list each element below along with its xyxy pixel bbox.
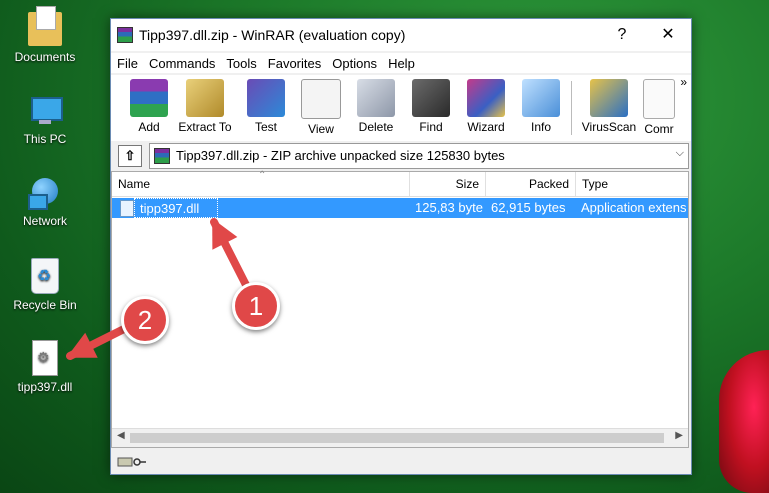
dll-file-icon bbox=[120, 200, 134, 217]
desktop-icon-network[interactable]: Network bbox=[0, 176, 90, 228]
scrollbar-thumb[interactable] bbox=[130, 433, 664, 443]
virusscan-button[interactable]: VirusScan bbox=[579, 79, 639, 134]
view-icon bbox=[301, 79, 341, 119]
column-header-packed[interactable]: Packed bbox=[486, 172, 576, 196]
toolbar: Add Extract To Test View Delete Find Wiz… bbox=[111, 75, 691, 142]
menu-bar: File Commands Tools Favorites Options Help bbox=[111, 53, 691, 73]
desktop-icon-label: This PC bbox=[23, 132, 67, 146]
status-bar bbox=[111, 450, 691, 474]
info-label: Info bbox=[530, 120, 551, 134]
find-icon bbox=[412, 79, 450, 117]
drive-key-icon[interactable] bbox=[117, 456, 147, 468]
toolbar-overflow-chevron-icon[interactable]: » bbox=[680, 75, 687, 89]
wizard-icon bbox=[467, 79, 505, 117]
extract-to-button[interactable]: Extract To bbox=[178, 79, 232, 134]
menu-file[interactable]: File bbox=[111, 53, 143, 71]
dll-file-icon bbox=[32, 340, 58, 376]
desktop-icon-this-pc[interactable]: This PC bbox=[0, 94, 90, 146]
file-name: tipp397.dll bbox=[134, 198, 218, 218]
step-badge-1: 1 bbox=[232, 282, 280, 330]
up-folder-button[interactable]: ⇧ bbox=[118, 145, 142, 167]
scroll-left-icon[interactable]: ◀ bbox=[117, 430, 125, 441]
virusscan-icon bbox=[590, 79, 628, 117]
test-icon bbox=[247, 79, 285, 117]
desktop-icon-label: Documents bbox=[14, 50, 76, 64]
menu-help[interactable]: Help bbox=[382, 53, 420, 71]
address-text: Tipp397.dll.zip - ZIP archive unpacked s… bbox=[176, 148, 505, 163]
address-field[interactable]: Tipp397.dll.zip - ZIP archive unpacked s… bbox=[149, 143, 689, 169]
winrar-app-icon bbox=[117, 27, 133, 43]
recycle-bin-icon bbox=[31, 258, 59, 294]
column-header-type[interactable]: Type bbox=[576, 172, 688, 196]
desktop-icon-documents[interactable]: Documents bbox=[0, 6, 90, 64]
address-bar: ⇧ Tipp397.dll.zip - ZIP archive unpacked… bbox=[111, 141, 691, 171]
title-bar[interactable]: Tipp397.dll.zip - WinRAR (evaluation cop… bbox=[111, 19, 691, 51]
comment-button[interactable]: Comr bbox=[639, 79, 679, 136]
flower-wallpaper-decoration bbox=[719, 350, 769, 493]
find-button[interactable]: Find bbox=[404, 79, 458, 134]
winrar-window: Tipp397.dll.zip - WinRAR (evaluation cop… bbox=[110, 18, 692, 475]
menu-commands[interactable]: Commands bbox=[143, 53, 220, 71]
file-packed: 62,915 bytes bbox=[491, 200, 566, 215]
file-list: Name ⌃ Size Packed Type tipp397.dll 125,… bbox=[111, 170, 689, 448]
wizard-button[interactable]: Wizard bbox=[459, 79, 513, 134]
test-label: Test bbox=[254, 120, 277, 134]
find-label: Find bbox=[419, 120, 443, 134]
file-type: Application extens bbox=[581, 200, 687, 215]
network-icon bbox=[28, 176, 62, 210]
desktop-icon-label: Network bbox=[22, 214, 67, 228]
menu-options[interactable]: Options bbox=[326, 53, 382, 71]
wizard-label: Wizard bbox=[467, 120, 505, 134]
extract-to-label: Extract To bbox=[178, 120, 232, 134]
test-button[interactable]: Test bbox=[239, 79, 293, 134]
file-size: 125,83 byte bbox=[415, 200, 483, 215]
extract-icon bbox=[186, 79, 224, 117]
comment-icon bbox=[643, 79, 675, 119]
folder-icon bbox=[28, 6, 62, 46]
help-button[interactable]: ? bbox=[599, 19, 645, 51]
delete-label: Delete bbox=[358, 120, 394, 134]
delete-icon bbox=[357, 79, 395, 117]
desktop-icon-label: tipp397.dll bbox=[17, 380, 73, 394]
column-header-size[interactable]: Size bbox=[410, 172, 486, 196]
column-header-row: Name ⌃ Size Packed Type bbox=[112, 170, 688, 197]
window-title: Tipp397.dll.zip - WinRAR (evaluation cop… bbox=[139, 27, 406, 43]
toolbar-separator bbox=[571, 81, 572, 135]
view-label: View bbox=[308, 122, 334, 136]
step-badge-2: 2 bbox=[121, 296, 169, 344]
view-button[interactable]: View bbox=[294, 79, 348, 136]
table-row[interactable]: tipp397.dll 125,83 byte 62,915 bytes App… bbox=[112, 198, 688, 218]
info-button[interactable]: Info bbox=[514, 79, 568, 134]
virusscan-label: VirusScan bbox=[581, 120, 637, 134]
menu-favorites[interactable]: Favorites bbox=[262, 53, 326, 71]
desktop-icon-tipp397-dll[interactable]: tipp397.dll bbox=[0, 340, 90, 394]
menu-tools[interactable]: Tools bbox=[220, 53, 261, 71]
horizontal-scrollbar[interactable]: ◀ ▶ bbox=[112, 428, 688, 447]
add-button[interactable]: Add bbox=[122, 79, 176, 134]
add-icon bbox=[130, 79, 168, 117]
close-button[interactable]: ✕ bbox=[645, 19, 691, 51]
comment-label: Comr bbox=[644, 122, 674, 136]
add-label: Add bbox=[138, 120, 160, 134]
chevron-down-icon[interactable]: ⌵ bbox=[676, 147, 684, 160]
delete-button[interactable]: Delete bbox=[349, 79, 403, 134]
desktop-icon-label: Recycle Bin bbox=[13, 298, 77, 312]
scroll-right-icon[interactable]: ▶ bbox=[675, 430, 683, 441]
archive-icon bbox=[154, 148, 170, 164]
computer-icon bbox=[28, 94, 63, 128]
sort-chevron-icon: ⌃ bbox=[258, 170, 267, 181]
desktop-icon-recycle-bin[interactable]: Recycle Bin bbox=[0, 258, 90, 312]
info-icon bbox=[522, 79, 560, 117]
